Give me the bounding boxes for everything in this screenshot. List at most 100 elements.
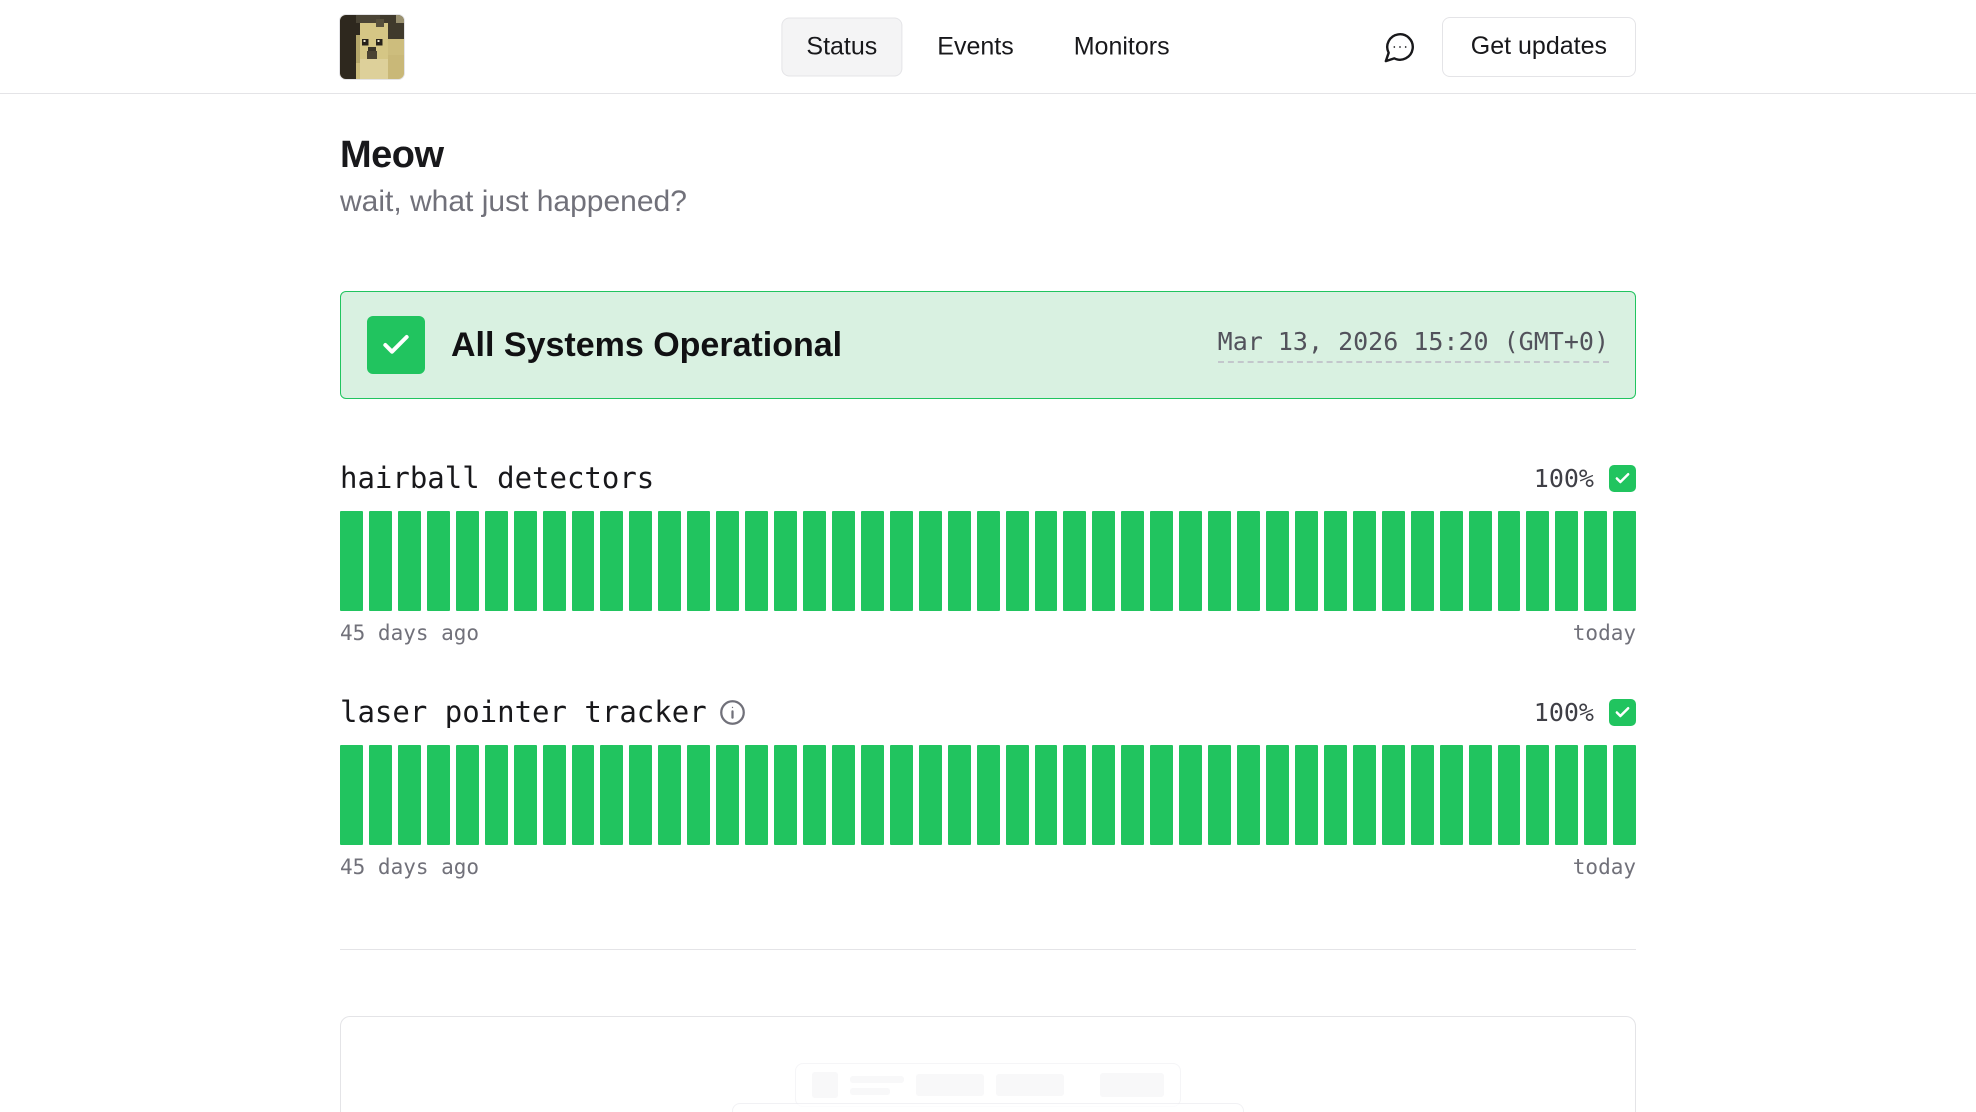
uptime-bar[interactable] (1584, 745, 1607, 845)
uptime-bar[interactable] (1613, 745, 1636, 845)
uptime-bar[interactable] (1353, 511, 1376, 611)
status-timestamp[interactable]: Mar 13, 2026 15:20 (GMT+0) (1218, 327, 1609, 363)
uptime-bar[interactable] (832, 511, 855, 611)
uptime-bar[interactable] (948, 745, 971, 845)
uptime-bar[interactable] (340, 511, 363, 611)
uptime-bar[interactable] (1150, 745, 1173, 845)
uptime-bar[interactable] (774, 511, 797, 611)
uptime-bar[interactable] (1526, 511, 1549, 611)
uptime-bar[interactable] (600, 745, 623, 845)
uptime-bar[interactable] (890, 745, 913, 845)
uptime-bar[interactable] (1382, 745, 1405, 845)
uptime-bar[interactable] (687, 511, 710, 611)
uptime-bar[interactable] (629, 511, 652, 611)
uptime-bar[interactable] (398, 511, 421, 611)
uptime-bar[interactable] (1266, 745, 1289, 845)
uptime-bar[interactable] (716, 511, 739, 611)
tab-status[interactable]: Status (781, 17, 902, 76)
uptime-bar[interactable] (1092, 511, 1115, 611)
uptime-bar[interactable] (1006, 745, 1029, 845)
uptime-bar[interactable] (977, 745, 1000, 845)
uptime-bar[interactable] (1440, 745, 1463, 845)
uptime-bar[interactable] (1121, 745, 1144, 845)
feedback-chat-button[interactable] (1378, 25, 1422, 69)
uptime-bar[interactable] (340, 745, 363, 845)
get-updates-button[interactable]: Get updates (1442, 17, 1636, 77)
uptime-bar[interactable] (629, 745, 652, 845)
uptime-bar[interactable] (1324, 511, 1347, 611)
uptime-bar[interactable] (1382, 511, 1405, 611)
nav-tabs: Status Events Monitors (781, 17, 1194, 76)
uptime-bar[interactable] (427, 511, 450, 611)
uptime-bar[interactable] (774, 745, 797, 845)
uptime-bar[interactable] (543, 745, 566, 845)
uptime-bar[interactable] (572, 745, 595, 845)
uptime-bar[interactable] (1555, 745, 1578, 845)
uptime-bar[interactable] (600, 511, 623, 611)
uptime-bar[interactable] (1613, 511, 1636, 611)
uptime-bar[interactable] (977, 511, 1000, 611)
uptime-bar[interactable] (1584, 511, 1607, 611)
uptime-bar[interactable] (687, 745, 710, 845)
uptime-bar[interactable] (1035, 511, 1058, 611)
uptime-bar[interactable] (1555, 511, 1578, 611)
uptime-bar[interactable] (514, 511, 537, 611)
info-icon[interactable] (719, 698, 747, 726)
uptime-bar[interactable] (1150, 511, 1173, 611)
uptime-bar[interactable] (919, 745, 942, 845)
uptime-bar[interactable] (1121, 511, 1144, 611)
uptime-bar[interactable] (745, 511, 768, 611)
uptime-bar[interactable] (1440, 511, 1463, 611)
uptime-bar[interactable] (485, 745, 508, 845)
tab-monitors[interactable]: Monitors (1049, 17, 1195, 76)
uptime-bar[interactable] (948, 511, 971, 611)
uptime-bar[interactable] (1208, 745, 1231, 845)
uptime-bar[interactable] (1498, 745, 1521, 845)
uptime-bar[interactable] (1295, 511, 1318, 611)
uptime-bar[interactable] (1353, 745, 1376, 845)
uptime-bar[interactable] (803, 511, 826, 611)
uptime-bar[interactable] (514, 745, 537, 845)
uptime-bar[interactable] (1411, 511, 1434, 611)
uptime-bar[interactable] (1295, 745, 1318, 845)
uptime-bar[interactable] (1526, 745, 1549, 845)
uptime-bar[interactable] (1237, 745, 1260, 845)
logo-cat-image[interactable] (340, 15, 404, 79)
uptime-bar[interactable] (369, 511, 392, 611)
uptime-bar[interactable] (919, 511, 942, 611)
tab-events[interactable]: Events (912, 17, 1038, 76)
uptime-bar[interactable] (1179, 511, 1202, 611)
uptime-bar[interactable] (572, 511, 595, 611)
uptime-bar[interactable] (1035, 745, 1058, 845)
uptime-bar[interactable] (1063, 745, 1086, 845)
uptime-bar[interactable] (485, 511, 508, 611)
uptime-bar[interactable] (658, 745, 681, 845)
uptime-bar[interactable] (1324, 745, 1347, 845)
uptime-bar[interactable] (1092, 745, 1115, 845)
uptime-bar[interactable] (456, 511, 479, 611)
uptime-bar[interactable] (890, 511, 913, 611)
uptime-bar[interactable] (1006, 511, 1029, 611)
uptime-bar[interactable] (398, 745, 421, 845)
uptime-bar[interactable] (543, 511, 566, 611)
uptime-bar[interactable] (1237, 511, 1260, 611)
uptime-bar[interactable] (1063, 511, 1086, 611)
uptime-bar[interactable] (803, 745, 826, 845)
uptime-bar[interactable] (1469, 511, 1492, 611)
uptime-bar[interactable] (1469, 745, 1492, 845)
uptime-bar[interactable] (716, 745, 739, 845)
uptime-bar[interactable] (1208, 511, 1231, 611)
uptime-bar[interactable] (1498, 511, 1521, 611)
uptime-bar[interactable] (369, 745, 392, 845)
uptime-bar[interactable] (456, 745, 479, 845)
uptime-bar[interactable] (1411, 745, 1434, 845)
uptime-bar[interactable] (745, 745, 768, 845)
uptime-bar[interactable] (1266, 511, 1289, 611)
uptime-bar[interactable] (832, 745, 855, 845)
uptime-bar[interactable] (658, 511, 681, 611)
monitor-laser-pointer-tracker: laser pointer tracker 100% 45 days ago t… (340, 695, 1636, 879)
uptime-bar[interactable] (861, 511, 884, 611)
uptime-bar[interactable] (427, 745, 450, 845)
uptime-bar[interactable] (1179, 745, 1202, 845)
uptime-bar[interactable] (861, 745, 884, 845)
